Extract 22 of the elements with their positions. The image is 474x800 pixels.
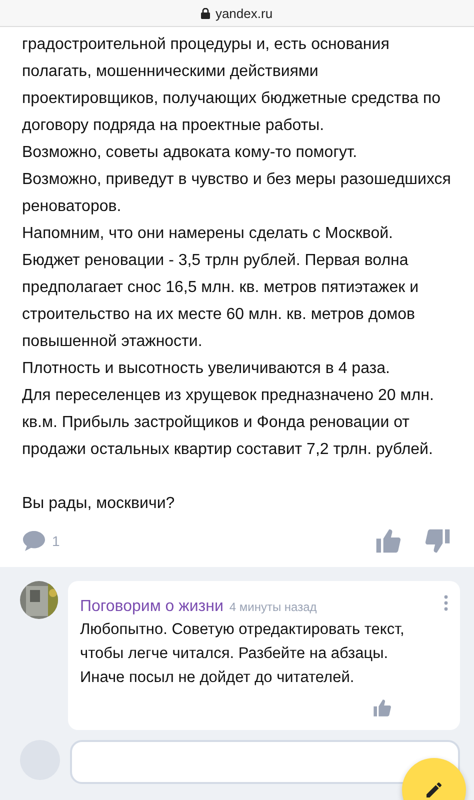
article-paragraph: Бюджет реновации - 3,5 трлн рублей. Первая волна предполагает снос 16,5 млн. кв. метров пятиэтажек и строительство на их месте 60 млн. кв. метров домов повышенной этажности. bbox=[22, 251, 420, 352]
lock-icon bbox=[201, 8, 210, 18]
article-paragraph: градостроительной процедуры и, есть основания полагать, мошенническими действиями проектировщиков, получающих бюджетные средства по договору подряда на проектные работы. bbox=[22, 35, 442, 136]
article-paragraph: Возможно, приведут в чувство и без меры разошедшихся реноваторов. bbox=[22, 170, 452, 217]
thumbs-up-icon[interactable] bbox=[372, 698, 392, 718]
comment-author[interactable]: Поговорим о жизни bbox=[80, 598, 224, 616]
article-paragraph: Для переселенцев из хрущевок предназначено 20 млн. кв.м. Прибыль застройщиков и Фонда реновации от продажи остальных квартир составит 7,2 трлн. рублей. bbox=[22, 386, 435, 460]
address-bar[interactable]: yandex.ru bbox=[0, 0, 474, 27]
article-paragraph: Напомним, что они намерены сделать с Москвой. bbox=[22, 224, 394, 244]
more-icon[interactable] bbox=[444, 595, 448, 611]
article-paragraph: Вы рады, москвичи? bbox=[22, 494, 176, 514]
comment-icon[interactable] bbox=[22, 530, 46, 552]
thumbs-up-icon[interactable] bbox=[374, 527, 402, 555]
article-paragraph: Плотность и высотность увеличиваются в 4 раза. bbox=[22, 359, 391, 379]
pencil-icon bbox=[424, 780, 444, 800]
comment-count: 1 bbox=[52, 533, 61, 549]
url-text: yandex.ru bbox=[215, 6, 273, 20]
article-paragraph: Возможно, советы адвоката кому-то помогут. bbox=[22, 143, 358, 163]
reply-field[interactable] bbox=[70, 740, 460, 784]
comment-text: Любопытно. Советую отредактировать текст, чтобы легче читался. Разбейте на абзацы. Иначе посыл не дойдет до читателей. bbox=[80, 620, 406, 688]
thumbs-down-icon[interactable] bbox=[424, 527, 452, 555]
comment-time: 4 минуты назад bbox=[229, 600, 318, 614]
